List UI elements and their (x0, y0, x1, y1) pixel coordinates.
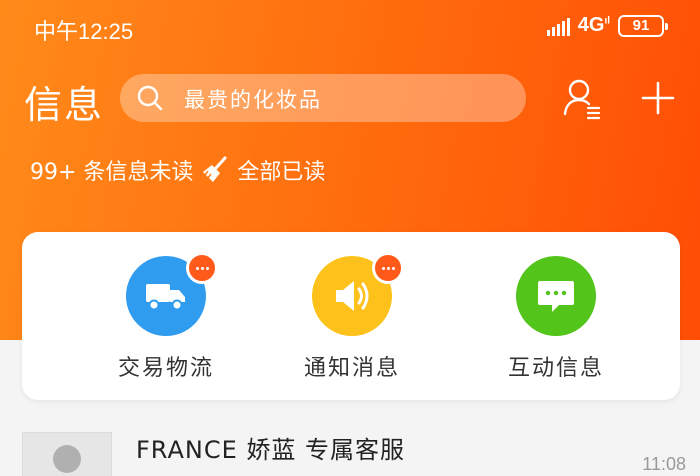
battery-icon: 91 (618, 14, 668, 37)
contacts-icon[interactable] (562, 76, 602, 120)
status-time: 中午12:25 (34, 19, 134, 44)
unread-badge (186, 252, 218, 284)
category-label: 通知消息 (303, 356, 400, 381)
unread-row: 99+ 条信息未读 全部已读 (30, 154, 325, 186)
category-card: 交易物流 通知消息 互动信息 (22, 232, 680, 400)
message-time: 11:08 (642, 454, 686, 474)
add-icon[interactable] (640, 80, 676, 116)
mark-all-read-button[interactable]: 全部已读 (237, 154, 325, 186)
page-title: 信息 (24, 83, 105, 127)
search-icon (137, 85, 163, 111)
category-trade-logistics[interactable]: 交易物流 (86, 252, 246, 382)
signal-icon (546, 16, 570, 36)
truck-icon (126, 252, 218, 336)
speaker-icon (312, 252, 404, 336)
chat-bubble-icon (516, 256, 596, 336)
category-interactions[interactable]: 互动信息 (476, 256, 636, 382)
search-bar[interactable]: 最贵的化妆品 (120, 74, 526, 122)
status-indicators: 4Gıl 91 (546, 14, 668, 37)
message-avatar (22, 432, 112, 476)
unread-count-text: 99+ 条信息未读 (30, 160, 194, 185)
category-label: 交易物流 (117, 356, 214, 381)
message-title: FRANCE 娇蓝 专属客服 (136, 436, 406, 464)
unread-badge (372, 252, 404, 284)
network-label: 4Gıl (577, 14, 610, 36)
category-notifications[interactable]: 通知消息 (272, 252, 432, 382)
battery-level: 91 (632, 17, 650, 34)
status-bar: 中午12:25 4Gıl 91 (0, 0, 700, 56)
message-list-item[interactable]: FRANCE 娇蓝 专属客服 11:08 (0, 420, 700, 476)
category-label: 互动信息 (507, 356, 604, 381)
search-placeholder: 最贵的化妆品 (184, 88, 322, 112)
broom-icon[interactable] (201, 156, 229, 184)
